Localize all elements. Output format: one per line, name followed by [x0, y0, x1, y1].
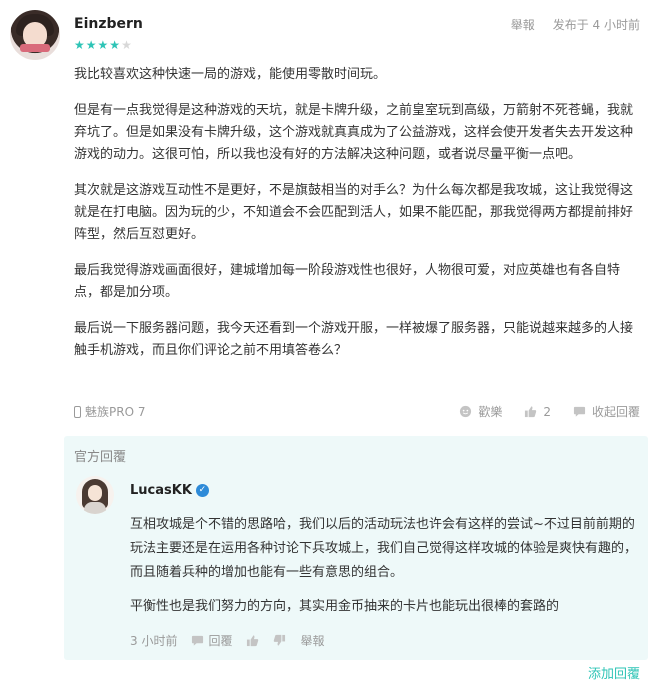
- phone-icon: [74, 405, 81, 418]
- smile-icon: [460, 405, 472, 418]
- collapse-label: 收起回覆: [591, 405, 640, 419]
- like-count: 2: [543, 404, 551, 419]
- reply-dislike-button[interactable]: [273, 634, 286, 647]
- reply-body: 互相攻城是个不错的思路哈，我们以后的活动玩法也许会有这样的尝试~不过目前前期的玩…: [130, 513, 638, 629]
- review-body: 我比较喜欢这种快速一局的游戏，能使用零散时间玩。 但是有一点我觉得是这种游戏的天…: [74, 64, 640, 376]
- thumb-down-icon: [274, 634, 286, 646]
- device-name: 魅族PRO 7: [85, 405, 146, 419]
- collapse-replies-button[interactable]: 收起回覆: [573, 403, 640, 420]
- thumb-up-icon: [247, 635, 259, 647]
- review-actions: 歡樂 2 收起回覆: [459, 403, 640, 420]
- reply-icon: [573, 406, 586, 417]
- happy-button[interactable]: 歡樂: [459, 403, 502, 420]
- reply-paragraph: 互相攻城是个不错的思路哈，我们以后的活动玩法也许会有这样的尝试~不过目前前期的玩…: [130, 517, 638, 580]
- reply-button[interactable]: 回覆: [191, 632, 232, 649]
- star-icon: ★: [85, 38, 98, 52]
- username[interactable]: Einzbern: [74, 16, 143, 32]
- review-paragraph: 最后说一下服务器问题，我今天还看到一个游戏开服，一样被爆了服务器，只能说越来越多…: [74, 321, 634, 358]
- add-reply-button[interactable]: 添加回覆: [588, 663, 640, 682]
- review-paragraph: 最后我觉得游戏画面很好，建城增加每一阶段游戏性也很好，人物很可爱，对应英雄也有各…: [74, 263, 621, 300]
- reply-time: 3 小时前: [130, 634, 178, 648]
- user-avatar[interactable]: [10, 10, 60, 60]
- reply-like-button[interactable]: [246, 634, 259, 647]
- review-paragraph: 但是有一点我觉得是这种游戏的天坑，就是卡牌升级，之前皇室玩到高级，万箭射不死苍蝇…: [74, 103, 634, 162]
- reply-paragraph: 平衡性也是我们努力的方向，其实用金币抽来的卡片也能玩出很棒的套路的: [130, 599, 560, 614]
- thumb-up-icon: [525, 406, 537, 418]
- review-footer: 魅族PRO 7 歡樂 2 收起回覆: [74, 403, 640, 421]
- star-icon: ★: [121, 38, 133, 52]
- reply-report-button[interactable]: 舉報: [300, 632, 324, 649]
- reply-icon: [192, 635, 204, 646]
- verified-icon: ✓: [195, 484, 209, 497]
- review-meta: 舉報 发布于 4 小时前: [511, 16, 640, 33]
- like-button[interactable]: 2: [524, 405, 551, 419]
- report-button[interactable]: 舉報: [511, 16, 535, 33]
- device-info: 魅族PRO 7: [74, 403, 145, 420]
- review-paragraph: 其次就是这游戏互动性不是更好，不是旗鼓相当的对手么？为什么每次都是我攻城，这让我…: [74, 183, 634, 242]
- reply-label: 回覆: [208, 634, 233, 648]
- happy-label: 歡樂: [478, 405, 503, 419]
- publish-time: 发布于 4 小时前: [552, 18, 640, 32]
- developer-name[interactable]: LucasKK: [130, 483, 192, 498]
- developer-name-row: LucasKK ✓: [130, 483, 209, 498]
- official-reply: 官方回覆 LucasKK ✓ 互相攻城是个不错的思路哈，我们以后的活动玩法也许会…: [64, 436, 648, 660]
- star-rating: ★★★★★: [74, 38, 133, 52]
- star-icon: ★: [74, 38, 86, 52]
- review-paragraph: 我比较喜欢这种快速一局的游戏，能使用零散时间玩。: [74, 67, 387, 82]
- star-icon: ★: [97, 38, 110, 52]
- official-reply-header: 官方回覆: [74, 450, 127, 465]
- reply-footer: 3 小时前 回覆 舉報: [130, 632, 324, 649]
- star-icon: ★: [109, 38, 122, 52]
- developer-avatar[interactable]: [76, 476, 114, 514]
